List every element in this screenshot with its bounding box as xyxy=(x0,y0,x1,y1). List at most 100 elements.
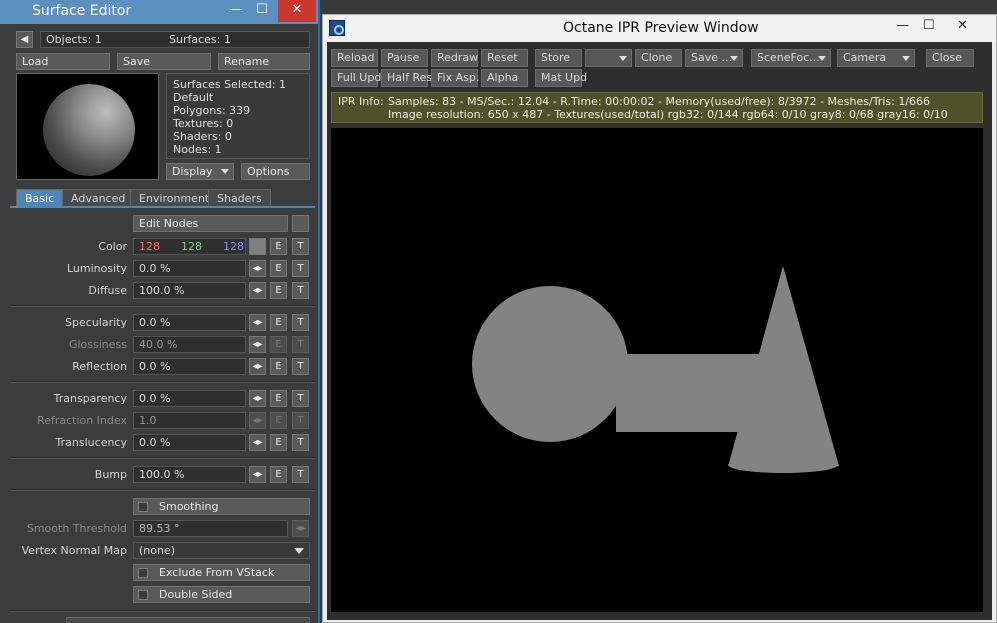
minimize-button[interactable]: — xyxy=(226,0,246,22)
options-button[interactable]: Options xyxy=(241,163,310,180)
ipr-close-button[interactable]: Close xyxy=(926,49,974,67)
smooth-threshold-input[interactable]: 89.53 ° xyxy=(133,520,288,537)
load-button[interactable]: Load xyxy=(16,53,110,70)
reflection-input[interactable]: 0.0 % xyxy=(133,358,246,375)
glossiness-input[interactable]: 40.0 % xyxy=(133,336,246,353)
octane-titlebar[interactable]: Octane IPR Preview Window — ☐ ✕ xyxy=(323,15,996,42)
divider xyxy=(10,381,315,383)
specularity-input[interactable]: 0.0 % xyxy=(133,314,246,331)
diffuse-envelope-button[interactable]: E xyxy=(270,282,287,299)
redraw-button[interactable]: Redraw xyxy=(431,49,478,67)
translucency-drag-icon[interactable]: ◂▸ xyxy=(249,434,266,451)
smooth-threshold-drag-icon[interactable]: ◂▸ xyxy=(292,520,309,537)
reflection-label: Reflection xyxy=(72,360,127,373)
reset-button[interactable]: Reset xyxy=(481,49,528,67)
collapse-arrow-icon[interactable]: ◀ xyxy=(16,31,33,48)
surface-editor-title: Surface Editor xyxy=(32,3,132,19)
diffuse-input[interactable]: 100.0 % xyxy=(133,282,246,299)
minimize-button[interactable]: — xyxy=(896,18,909,33)
color-label: Color xyxy=(98,240,127,253)
tab-environment[interactable]: Environment xyxy=(130,189,219,207)
camera-dropdown[interactable]: Camera xyxy=(837,49,915,67)
objects-surfaces-bar[interactable]: Objects: 1 Surfaces: 1 xyxy=(40,31,310,48)
color-red-value[interactable]: 128 xyxy=(139,239,160,254)
translucency-texture-button[interactable]: T xyxy=(292,434,309,451)
glossiness-label: Glossiness xyxy=(68,338,127,351)
clone-button[interactable]: Clone xyxy=(635,49,682,67)
edit-nodes-extra-button[interactable] xyxy=(292,215,309,232)
transparency-texture-button[interactable]: T xyxy=(292,390,309,407)
reload-button[interactable]: Reload xyxy=(331,49,378,67)
color-green-value[interactable]: 128 xyxy=(181,239,202,254)
mat-update-button[interactable]: Mat Upd xyxy=(535,69,587,87)
glossiness-envelope-button[interactable]: E xyxy=(270,336,287,353)
luminosity-input[interactable]: 0.0 % xyxy=(133,260,246,277)
reflection-drag-icon[interactable]: ◂▸ xyxy=(249,358,266,375)
maximize-button[interactable]: ☐ xyxy=(252,0,272,22)
pause-button[interactable]: Pause xyxy=(381,49,428,67)
alpha-button[interactable]: Alpha xyxy=(481,69,528,87)
specularity-drag-icon[interactable]: ◂▸ xyxy=(249,314,266,331)
chevron-down-icon xyxy=(221,169,229,174)
diffuse-texture-button[interactable]: T xyxy=(292,282,309,299)
translucency-input[interactable]: 0.0 % xyxy=(133,434,246,451)
luminosity-envelope-button[interactable]: E xyxy=(270,260,287,277)
close-button[interactable]: ✕ xyxy=(278,0,316,22)
vertex-normal-map-select[interactable]: (none) xyxy=(133,542,310,559)
transparency-drag-icon[interactable]: ◂▸ xyxy=(249,390,266,407)
color-envelope-button[interactable]: E xyxy=(270,238,287,255)
surface-editor-titlebar[interactable]: Surface Editor — ☐ ✕ xyxy=(0,0,318,24)
render-viewport[interactable] xyxy=(331,128,983,612)
specularity-texture-button[interactable]: T xyxy=(292,314,309,331)
double-sided-checkbox[interactable]: Double Sided xyxy=(133,586,310,603)
refraction-index-texture-button[interactable]: T xyxy=(292,412,309,429)
tab-advanced[interactable]: Advanced xyxy=(62,189,135,207)
smooth-threshold-label: Smooth Threshold xyxy=(26,522,127,535)
translucency-envelope-button[interactable]: E xyxy=(270,434,287,451)
transparency-input[interactable]: 0.0 % xyxy=(133,390,246,407)
fix-aspect-button[interactable]: Fix Asp. xyxy=(431,69,479,87)
vertex-normal-map-label: Vertex Normal Map xyxy=(21,544,127,557)
bump-envelope-button[interactable]: E xyxy=(270,466,287,483)
reflection-envelope-button[interactable]: E xyxy=(270,358,287,375)
glossiness-texture-button[interactable]: T xyxy=(292,336,309,353)
transparency-envelope-button[interactable]: E xyxy=(270,390,287,407)
save-dropdown[interactable]: Save ... xyxy=(685,49,743,67)
tab-basic[interactable]: Basic xyxy=(16,189,64,207)
refraction-index-drag-icon[interactable]: ◂▸ xyxy=(249,412,266,429)
bump-texture-button[interactable]: T xyxy=(292,466,309,483)
luminosity-drag-icon[interactable]: ◂▸ xyxy=(249,260,266,277)
rename-button[interactable]: Rename xyxy=(218,53,310,70)
edit-nodes-button[interactable]: Edit Nodes xyxy=(133,215,288,232)
glossiness-drag-icon[interactable]: ◂▸ xyxy=(249,336,266,353)
bump-drag-icon[interactable]: ◂▸ xyxy=(249,466,266,483)
luminosity-texture-button[interactable]: T xyxy=(292,260,309,277)
specularity-envelope-button[interactable]: E xyxy=(270,314,287,331)
smoothing-checkbox[interactable]: Smoothing xyxy=(133,498,310,515)
full-update-button[interactable]: Full Upd. xyxy=(331,69,385,87)
chevron-down-icon xyxy=(294,548,304,554)
store-button[interactable]: Store xyxy=(535,49,582,67)
chevron-down-icon xyxy=(818,56,826,61)
material-preview[interactable] xyxy=(16,73,159,180)
color-texture-button[interactable]: T xyxy=(292,238,309,255)
half-res-button[interactable]: Half Res xyxy=(381,69,432,87)
refraction-index-input[interactable]: 1.0 xyxy=(133,412,246,429)
surfaces-selected: Surfaces Selected: 1 xyxy=(173,78,287,91)
diffuse-drag-icon[interactable]: ◂▸ xyxy=(249,282,266,299)
double-sided-check-icon xyxy=(138,590,148,600)
tab-shaders[interactable]: Shaders xyxy=(208,189,271,207)
reflection-texture-button[interactable]: T xyxy=(292,358,309,375)
store-slot-dropdown[interactable] xyxy=(585,49,632,67)
color-field[interactable]: 128 128 128 xyxy=(133,238,246,255)
refraction-index-envelope-button[interactable]: E xyxy=(270,412,287,429)
scene-focus-dropdown[interactable]: SceneFoc... xyxy=(751,49,831,67)
color-swatch[interactable] xyxy=(249,238,266,255)
color-blue-value[interactable]: 128 xyxy=(223,239,244,254)
display-dropdown[interactable]: Display xyxy=(166,163,234,180)
exclude-from-vstack-checkbox[interactable]: Exclude From VStack xyxy=(133,564,310,581)
close-button[interactable]: ✕ xyxy=(957,18,968,33)
save-button[interactable]: Save xyxy=(117,53,211,70)
maximize-button[interactable]: ☐ xyxy=(923,18,935,33)
bump-input[interactable]: 100.0 % xyxy=(133,466,246,483)
